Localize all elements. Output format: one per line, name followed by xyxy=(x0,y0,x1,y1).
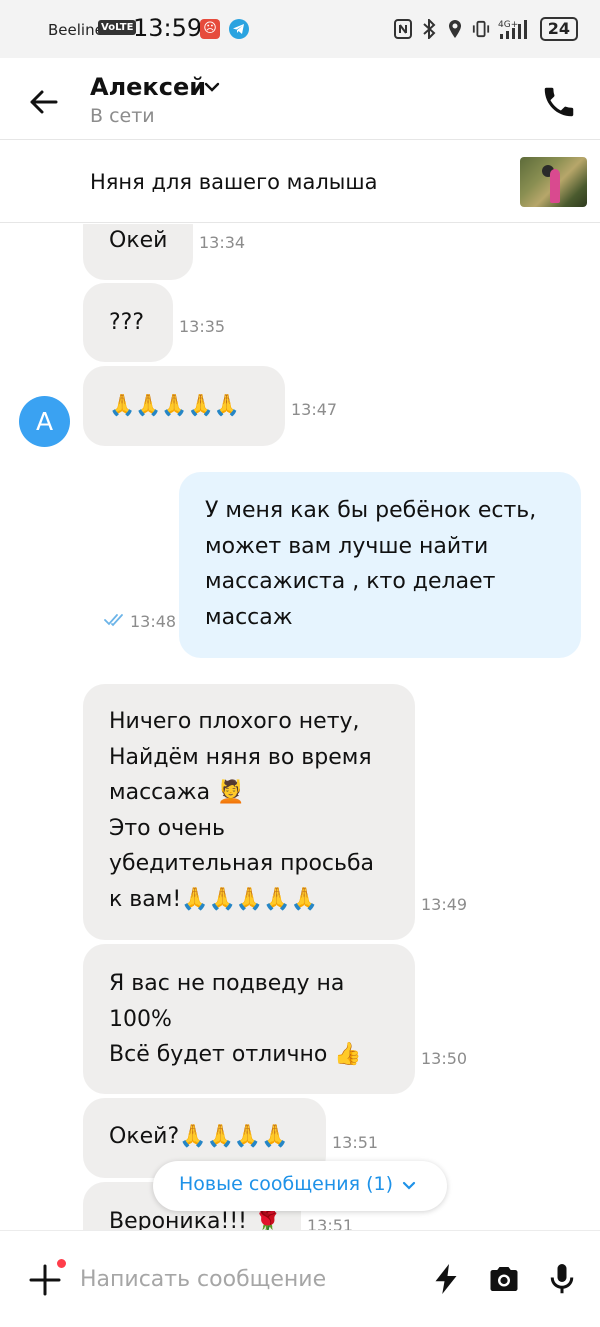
app-notification-icon: ☹ xyxy=(200,19,220,39)
message-time: 13:35 xyxy=(179,317,226,336)
carrier-name: Beeline xyxy=(48,21,104,39)
battery-indicator: 24 xyxy=(539,17,578,41)
message-text: ??? xyxy=(109,310,145,335)
message-input[interactable] xyxy=(80,1261,410,1297)
phone-icon[interactable] xyxy=(540,83,578,121)
composer-bar xyxy=(0,1230,600,1327)
contact-status: В сети xyxy=(90,105,155,127)
bluetooth-icon xyxy=(420,18,438,40)
message-time: 13:34 xyxy=(199,233,246,252)
chevron-down-icon[interactable] xyxy=(203,78,221,96)
contact-name[interactable]: Алексей xyxy=(90,73,206,101)
double-check-icon xyxy=(104,612,126,631)
message-text: Ничего плохого нету, Найдём няня во врем… xyxy=(109,709,375,912)
status-bar: Beeline VoLTE 13:59 ☹ 4G+ 24 xyxy=(0,0,600,58)
message-text: Окей xyxy=(109,228,168,253)
signal-icon: 4G+ xyxy=(498,18,532,40)
camera-icon[interactable] xyxy=(486,1261,522,1297)
message-text: Окей?🙏🙏🙏🙏 xyxy=(109,1124,289,1149)
microphone-icon[interactable] xyxy=(544,1261,580,1297)
vibrate-icon xyxy=(472,18,490,40)
message-time: 13:48 xyxy=(130,612,177,631)
svg-text:4G+: 4G+ xyxy=(498,20,518,30)
location-icon xyxy=(446,18,464,40)
avatar[interactable]: A xyxy=(19,396,70,447)
nfc-icon xyxy=(393,18,412,40)
new-messages-button[interactable]: Новые сообщения (1) xyxy=(153,1161,447,1211)
listing-thumbnail[interactable] xyxy=(520,157,587,207)
message-bubble[interactable]: Ничего плохого нету, Найдём няня во врем… xyxy=(83,684,415,940)
back-arrow-icon[interactable] xyxy=(28,86,60,118)
message-text: 🙏🙏🙏🙏🙏 xyxy=(109,393,240,417)
lightning-icon[interactable] xyxy=(428,1261,464,1297)
message-bubble-outgoing[interactable]: У меня как бы ребёнок есть, может вам лу… xyxy=(179,472,581,658)
message-bubble[interactable]: 🙏🙏🙏🙏🙏 xyxy=(83,366,285,446)
message-time: 13:51 xyxy=(307,1216,354,1230)
message-time: 13:49 xyxy=(421,895,468,914)
message-bubble[interactable]: ??? xyxy=(83,283,173,362)
listing-title[interactable]: Няня для вашего малыша xyxy=(90,170,377,194)
message-list[interactable]: Окей 13:34 ??? 13:35 A 🙏🙏🙏🙏🙏 13:47 13:48… xyxy=(0,224,600,1230)
listing-banner[interactable]: Няня для вашего малыша xyxy=(0,141,600,223)
volte-badge: VoLTE xyxy=(98,20,137,35)
chat-header: Алексей В сети xyxy=(0,58,600,140)
message-text: У меня как бы ребёнок есть, может вам лу… xyxy=(205,498,537,630)
telegram-icon xyxy=(229,19,249,39)
status-time: 13:59 xyxy=(133,14,203,42)
new-messages-label: Новые сообщения (1) xyxy=(179,1173,393,1195)
message-bubble[interactable]: Окей xyxy=(83,224,193,280)
notification-dot xyxy=(55,1257,68,1270)
status-icons: 4G+ 24 xyxy=(393,17,578,41)
chevron-down-icon xyxy=(401,1178,417,1194)
message-bubble[interactable]: Я вас не подведу на 100% Всё будет отлич… xyxy=(83,944,415,1094)
message-time: 13:51 xyxy=(332,1133,379,1152)
message-time: 13:50 xyxy=(421,1049,468,1068)
message-time: 13:47 xyxy=(291,400,338,419)
message-text: Я вас не подведу на 100% Всё будет отлич… xyxy=(109,971,362,1067)
